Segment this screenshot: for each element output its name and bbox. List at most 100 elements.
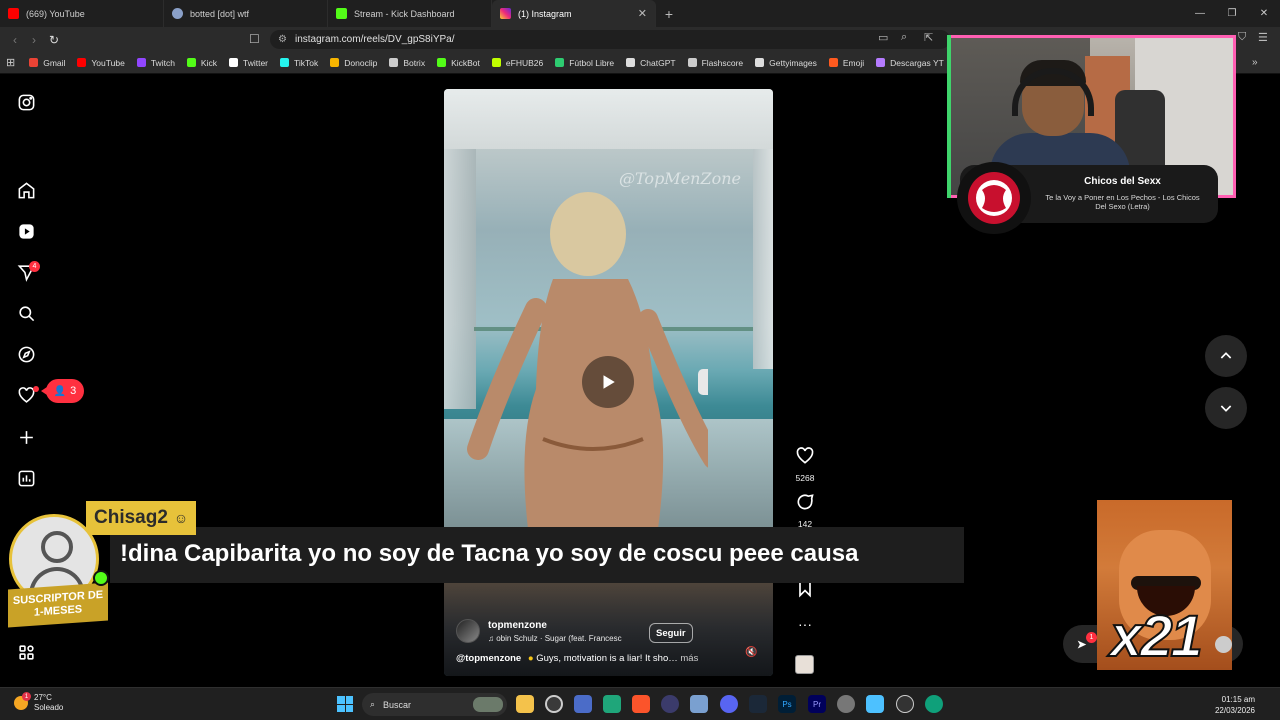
bookmark-item[interactable]: Twitter (228, 58, 268, 68)
bookmark-item[interactable]: Kick (186, 58, 217, 68)
more-icon[interactable] (15, 641, 37, 663)
shield-icon[interactable]: ⛉ (1238, 31, 1246, 44)
close-window-icon[interactable]: ✕ (1248, 0, 1280, 27)
bookmark-item[interactable]: Twitch (136, 58, 175, 68)
minimize-icon[interactable]: — (1184, 0, 1216, 27)
cast-icon[interactable]: ▭ (878, 31, 888, 44)
new-tab-button[interactable]: + (656, 0, 682, 27)
dashboard-icon[interactable] (15, 467, 37, 489)
url-input[interactable]: ⚙ instagram.com/reels/DV_gpS8iYPa/ (270, 30, 950, 49)
author-name[interactable]: topmenzone (488, 620, 622, 631)
share-icon[interactable]: ⇱ (924, 31, 933, 44)
bookmark-label: Donoclip (344, 57, 378, 68)
bookmark-item[interactable]: Flashscore (687, 57, 744, 68)
user-placeholder-icon (41, 531, 73, 563)
bookmark-item[interactable]: Fútbol Libre (555, 58, 614, 68)
start-button[interactable] (337, 696, 353, 712)
create-icon[interactable] (15, 426, 37, 448)
weather-widget[interactable]: 1 27°C Soleado (14, 692, 63, 713)
bookmark-label: Emoji (842, 57, 865, 68)
audio-thumbnail[interactable] (795, 655, 814, 674)
profile-avatar[interactable] (1215, 636, 1232, 653)
instagram-favicon-icon (500, 8, 511, 19)
album-logo-icon (968, 172, 1020, 224)
reel-author: topmenzone ♫ obin Schulz · Sugar (feat. … (456, 619, 622, 643)
play-button[interactable] (582, 356, 634, 408)
caption-user[interactable]: @topmenzone (456, 653, 521, 664)
bookmark-item[interactable]: Donoclip (330, 58, 377, 68)
obs-icon[interactable] (545, 695, 563, 713)
menu-icon[interactable]: ☰ (1258, 31, 1268, 44)
forward-icon[interactable]: › (25, 31, 43, 49)
apps-grid-icon[interactable]: ⊞ (6, 56, 15, 69)
bookmark-favicon-icon (136, 58, 146, 67)
close-tab-icon[interactable]: ✕ (638, 7, 647, 20)
author-avatar[interactable] (456, 619, 480, 643)
brave-icon[interactable] (632, 695, 650, 713)
photoshop-icon[interactable]: Ps (778, 695, 796, 713)
chat-message: !dina Capibarita yo no soy de Tacna yo s… (120, 540, 859, 567)
zoom-icon[interactable]: ⌕ (901, 31, 907, 44)
bookmark-icon[interactable]: ☐ (249, 32, 260, 46)
reels-icon[interactable] (15, 220, 37, 242)
app-icon[interactable] (574, 695, 592, 713)
tab-botted[interactable]: botted [dot] wtf (164, 0, 328, 27)
reload-icon[interactable]: ↻ (45, 31, 63, 49)
instagram-logo-icon[interactable] (15, 91, 37, 113)
tab-kick-dashboard[interactable]: Stream - Kick Dashboard (328, 0, 492, 27)
discord-icon[interactable] (720, 695, 738, 713)
music-info[interactable]: ♫ obin Schulz · Sugar (feat. Francesc (488, 634, 622, 643)
notepad-icon[interactable] (866, 695, 884, 713)
caption-more-link[interactable]: más (680, 653, 698, 664)
reel-video[interactable]: @TopMenZone topmenzone ♫ obin Schulz · S… (444, 89, 773, 676)
caption-text: Guys, motivation is a liar! It sho… (536, 653, 678, 664)
previous-reel-button[interactable] (1205, 335, 1247, 377)
bookmark-item[interactable]: Gmail (29, 58, 65, 68)
like-action[interactable]: 5268 (787, 446, 823, 483)
bookmark-item[interactable]: Descargas YT (876, 58, 944, 68)
windows-taskbar: 1 27°C Soleado ⌕ Buscar Ps Pr 01:15 am 2… (0, 687, 1280, 720)
settings-icon[interactable] (837, 695, 855, 713)
bookmark-item[interactable]: YouTube (77, 58, 125, 68)
search-icon[interactable] (15, 302, 37, 324)
app-icon[interactable] (603, 695, 621, 713)
restore-icon[interactable]: ❐ (1216, 0, 1248, 27)
bookmark-label: Gettyimages (769, 57, 817, 68)
tab-youtube[interactable]: (669) YouTube (0, 0, 164, 27)
tab-instagram[interactable]: (1) Instagram ✕ (492, 0, 656, 27)
kick-favicon-icon (336, 8, 347, 19)
bookmark-item[interactable]: ChatGPT (626, 58, 676, 68)
search-highlight-icon (473, 697, 503, 712)
calculator-icon[interactable] (690, 695, 708, 713)
bookmark-label: Flashscore (701, 57, 744, 68)
bookmark-favicon-icon (626, 58, 636, 67)
media-player-icon[interactable] (661, 695, 679, 713)
next-reel-button[interactable] (1205, 387, 1247, 429)
player-icon[interactable] (896, 695, 914, 713)
bookmark-item[interactable]: Emoji (828, 57, 865, 68)
bookmark-item[interactable]: KickBot (437, 58, 480, 68)
bookmark-item[interactable]: TikTok (280, 58, 318, 68)
home-icon[interactable] (15, 179, 37, 201)
comment-action[interactable]: 142 (787, 492, 823, 529)
bookmark-item[interactable]: Botrix (389, 58, 425, 68)
file-explorer-icon[interactable] (516, 695, 534, 713)
emote-icon: ☺ (173, 510, 189, 526)
bookmark-item[interactable]: Gettyimages (755, 58, 817, 68)
back-icon[interactable]: ‹ (6, 31, 24, 49)
explore-icon[interactable] (15, 343, 37, 365)
more-options-icon[interactable]: ··· (787, 616, 823, 632)
system-clock[interactable]: 01:15 am 22/03/2026 (1215, 694, 1255, 716)
more-bookmarks-icon[interactable]: » (1252, 57, 1258, 68)
mute-icon[interactable]: 🔇 (745, 647, 759, 661)
steam-icon[interactable] (749, 695, 767, 713)
bookmark-favicon-icon (186, 58, 196, 67)
taskbar-search[interactable]: ⌕ Buscar (362, 693, 507, 716)
bookmark-favicon-icon (389, 58, 399, 67)
edge-icon[interactable] (925, 695, 943, 713)
follow-button[interactable]: Seguir (649, 623, 693, 643)
activity-pill[interactable]: 👤 3 (41, 379, 84, 403)
bookmark-item[interactable]: eFHUB26 (491, 58, 543, 68)
premiere-icon[interactable]: Pr (808, 695, 826, 713)
site-info-icon[interactable]: ⚙ (278, 34, 287, 45)
